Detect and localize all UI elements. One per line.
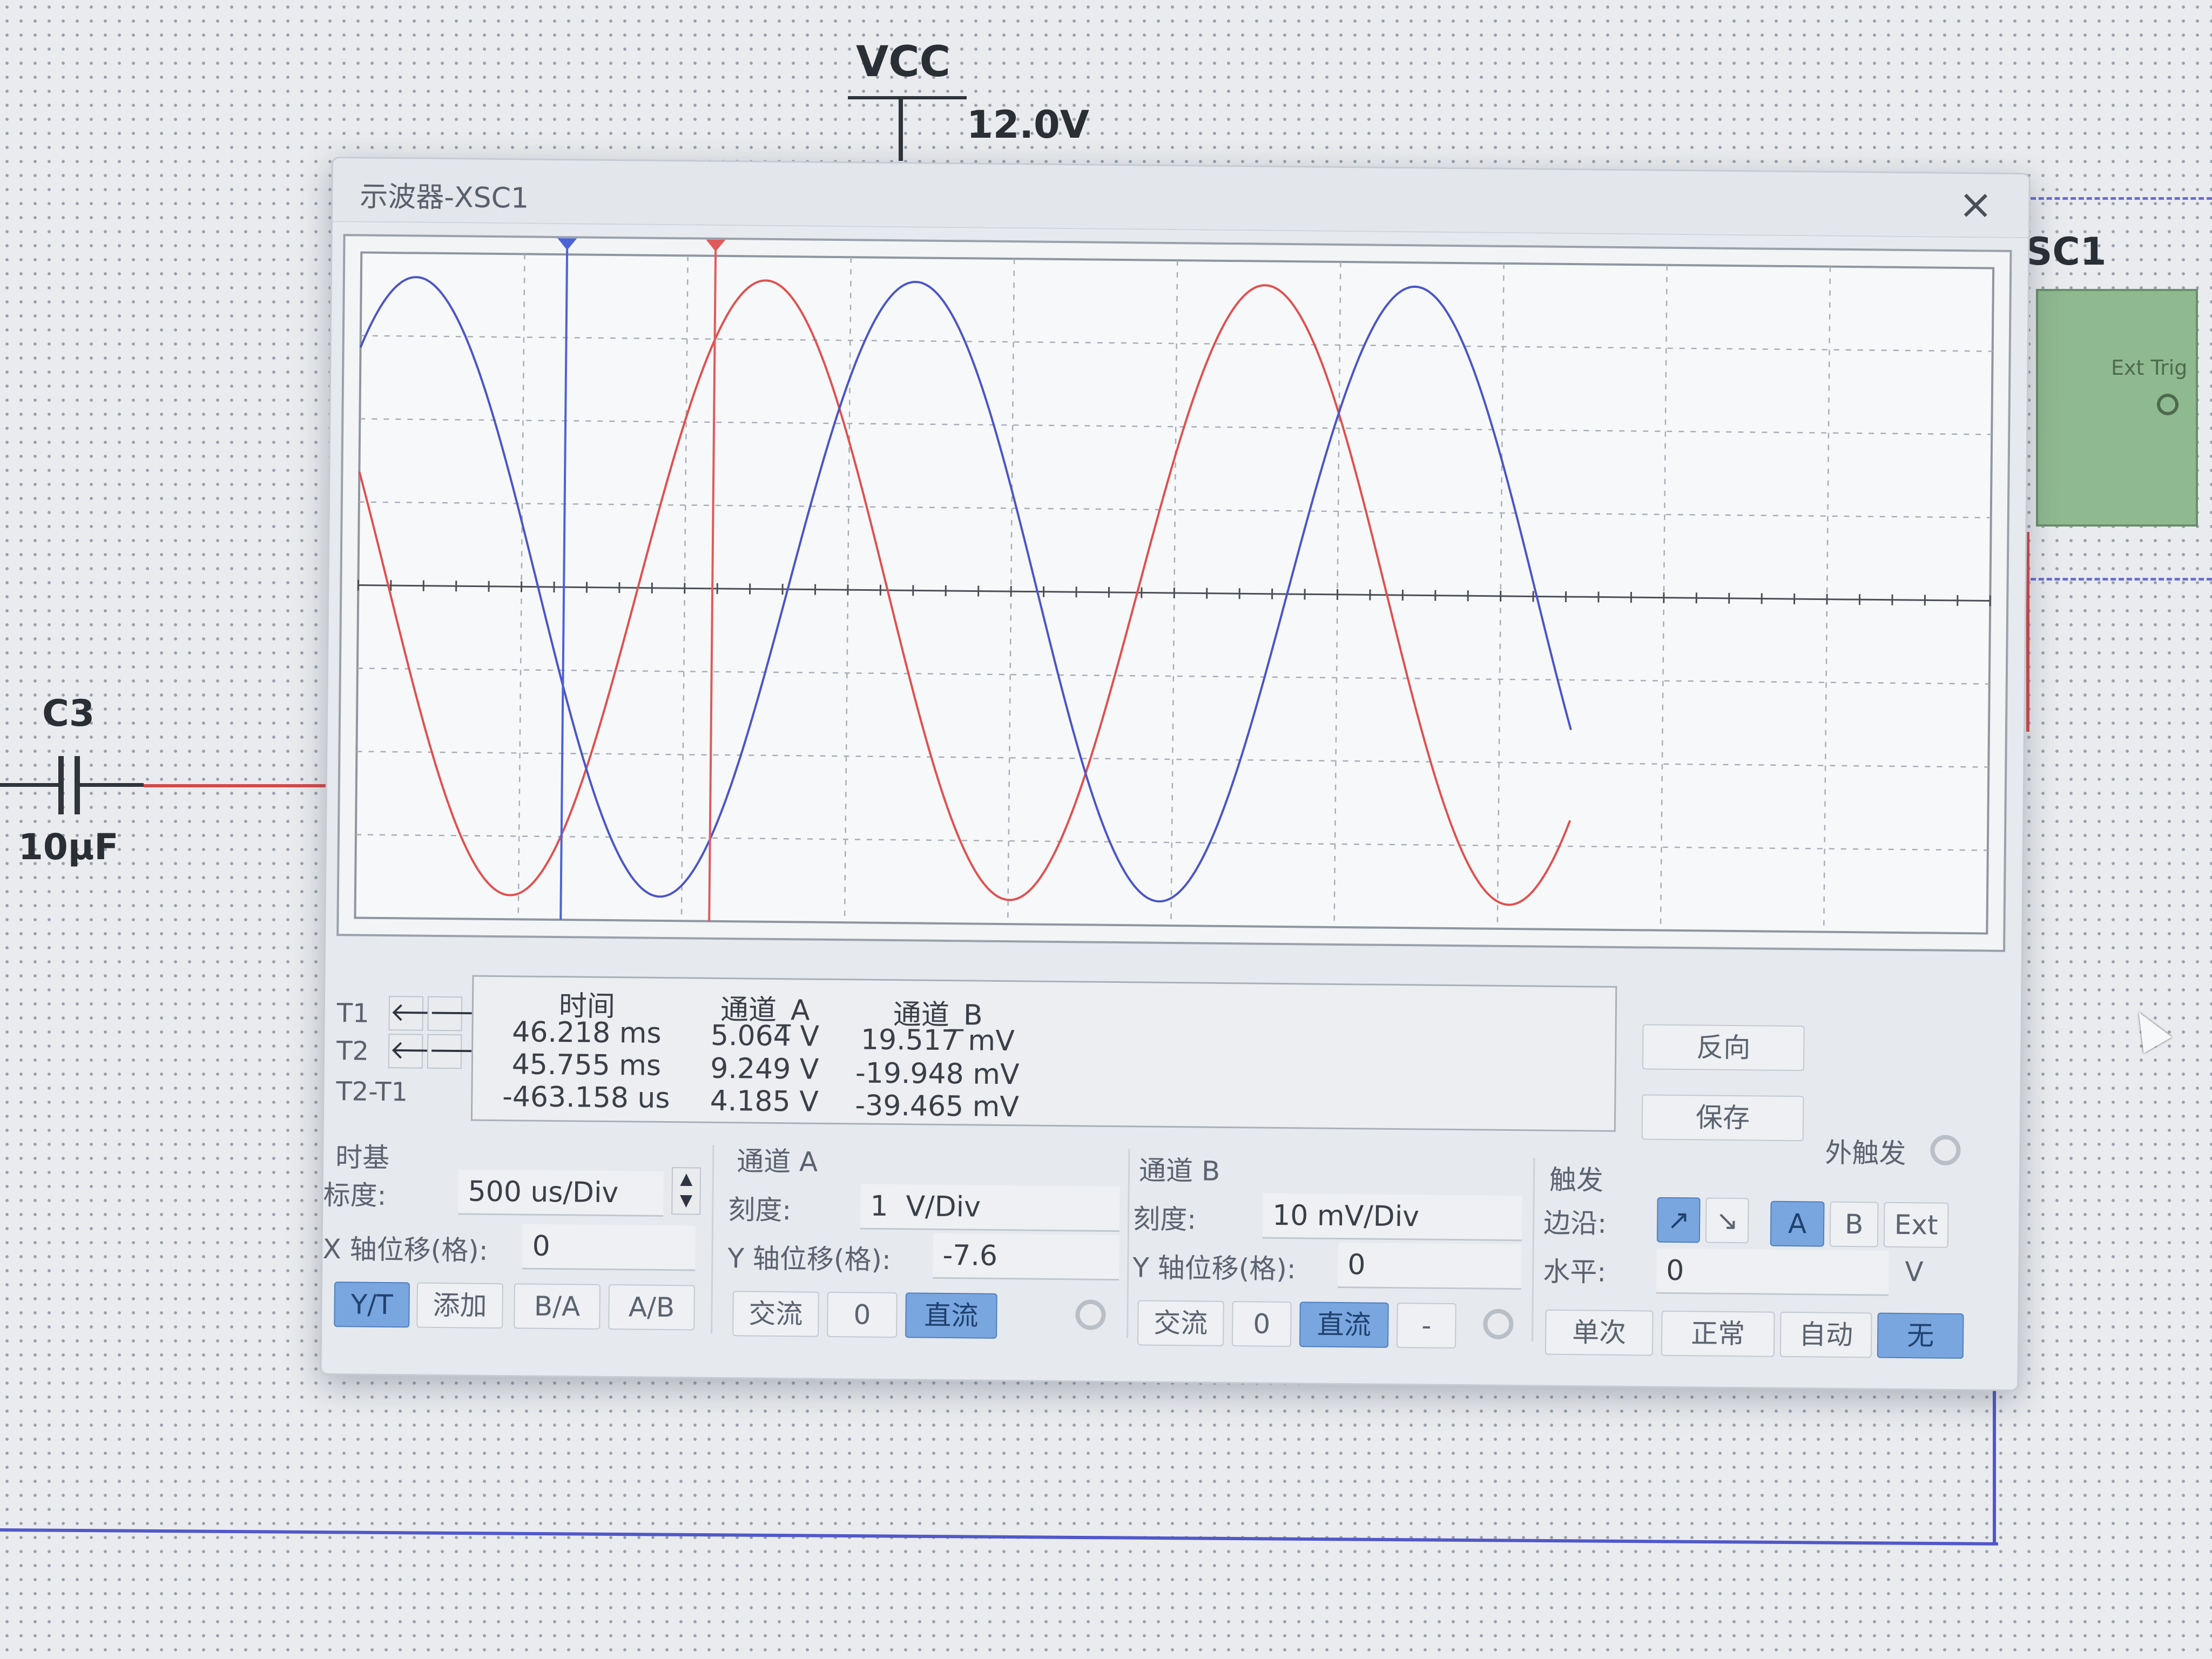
channel-a-title: 通道 A: [736, 1145, 818, 1178]
trigger-title: 触发: [1549, 1164, 1604, 1196]
trigger-source-a-button[interactable]: A: [1770, 1201, 1825, 1247]
ext-trigger-label: 外触发: [1825, 1137, 1906, 1170]
timebase-xpos-input[interactable]: [522, 1224, 696, 1271]
save-button[interactable]: 保存: [1641, 1094, 1804, 1142]
scope-waveform-area[interactable]: [339, 236, 2009, 950]
close-icon[interactable]: ×: [1953, 180, 1999, 228]
timebase-scale-label: 标度:: [323, 1179, 387, 1212]
channel-a-zero-button[interactable]: 0: [827, 1291, 898, 1338]
capacitor-wire-left: [0, 783, 59, 787]
channel-b-scale-input[interactable]: [1262, 1193, 1522, 1242]
instrument-label: SC1: [2025, 230, 2107, 274]
channel-a-ac-button[interactable]: 交流: [732, 1291, 819, 1337]
ext-trig-terminal[interactable]: [2157, 394, 2179, 415]
diff-time: -463.158 us: [502, 1081, 670, 1115]
channel-b-zero-button[interactable]: 0: [1231, 1301, 1292, 1347]
trigger-level-unit: V: [1905, 1256, 1924, 1288]
t1-channel-b: 19.517 mV: [860, 1023, 1015, 1058]
channel-b-scale-label: 刻度:: [1132, 1203, 1197, 1236]
channel-b-invert-button[interactable]: -: [1396, 1303, 1456, 1349]
scope-instrument-symbol[interactable]: Ext Trig: [2036, 289, 2198, 527]
channel-a-dc-button[interactable]: 直流: [905, 1292, 997, 1339]
timebase-scale-input[interactable]: [458, 1169, 664, 1217]
mouse-cursor-icon: [2125, 1004, 2172, 1054]
channel-b-title: 通道 B: [1138, 1155, 1220, 1187]
timebase-title: 时基: [335, 1142, 390, 1174]
cursor-diff-label: T2-T1: [336, 1076, 408, 1108]
cursor-t1-label: T1: [336, 998, 369, 1029]
window-title-bar[interactable]: 示波器-XSC1 ×: [332, 158, 2029, 239]
reverse-button[interactable]: 反向: [1642, 1024, 1805, 1071]
trigger-edge-label: 边沿:: [1543, 1207, 1607, 1239]
capacitor-plate-left: [58, 756, 64, 814]
oscilloscope-window: 示波器-XSC1 × T1 🡐 🡒 T2 🡐 🡒 T2-T1 时间 通道_A 通…: [320, 157, 2031, 1392]
divider-channel-a: [1127, 1149, 1130, 1338]
trigger-none-button[interactable]: 无: [1877, 1312, 1964, 1359]
channel-b-dc-button[interactable]: 直流: [1299, 1301, 1389, 1348]
mode-add-button[interactable]: 添加: [416, 1282, 503, 1329]
ext-trig-label: Ext Trig: [2111, 356, 2188, 380]
t1-left-arrow-icon[interactable]: 🡐: [388, 996, 460, 1031]
channel-b-ac-button[interactable]: 交流: [1137, 1300, 1224, 1346]
vcc-voltage-label: 12.0V: [967, 103, 1089, 147]
t1-right-arrow-icon[interactable]: 🡒: [427, 996, 498, 1031]
trigger-source-ext-button[interactable]: Ext: [1883, 1202, 1949, 1248]
scope-display[interactable]: [336, 234, 2012, 952]
trigger-auto-button[interactable]: 自动: [1779, 1311, 1872, 1358]
vcc-wire: [899, 96, 903, 161]
channel-a-scale-input[interactable]: [860, 1184, 1120, 1232]
channel-b-ypos-label: Y 轴位移(格):: [1132, 1252, 1296, 1285]
mode-ba-button[interactable]: B/A: [514, 1283, 601, 1330]
diff-channel-b: -39.465 mV: [855, 1089, 1020, 1124]
cursor-t1-handle-icon[interactable]: [557, 238, 577, 251]
divider-timebase: [711, 1144, 714, 1334]
mode-yt-button[interactable]: Y/T: [334, 1282, 410, 1328]
blue-dashed-wire-mid: [2031, 578, 2212, 581]
blue-wire-vertical: [1993, 1372, 1996, 1545]
diff-channel-a: 4.185 V: [710, 1084, 819, 1118]
t1-time: 46.218 ms: [512, 1016, 662, 1050]
mode-ab-button[interactable]: A/B: [608, 1284, 695, 1331]
trigger-level-input[interactable]: [1656, 1248, 1889, 1296]
ext-trigger-radio[interactable]: [1930, 1135, 1961, 1166]
channel-a-scale-label: 刻度:: [728, 1194, 792, 1226]
capacitor-value-label: 10μF: [18, 826, 119, 868]
t1-channel-a: 5.064 V: [710, 1019, 820, 1053]
channel-b-ypos-input[interactable]: [1337, 1242, 1522, 1290]
t2-channel-b: -19.948 mV: [855, 1057, 1020, 1091]
cursor-t2-label: T2: [336, 1036, 369, 1067]
timebase-xpos-label: X 轴位移(格):: [322, 1233, 488, 1266]
window-title: 示波器-XSC1: [359, 180, 529, 215]
channel-a-ypos-label: Y 轴位移(格):: [727, 1243, 892, 1276]
t2-time: 45.755 ms: [511, 1048, 662, 1082]
t2-left-arrow-icon[interactable]: 🡐: [388, 1034, 459, 1069]
rising-edge-icon[interactable]: ↗: [1656, 1197, 1701, 1243]
trigger-normal-button[interactable]: 正常: [1661, 1310, 1775, 1357]
divider-channel-b: [1532, 1158, 1535, 1342]
signal-wire-red: [144, 784, 338, 787]
capacitor-wire-right: [79, 783, 144, 787]
cursor-t2-handle-icon[interactable]: [706, 239, 726, 252]
trigger-single-button[interactable]: 单次: [1545, 1309, 1654, 1356]
blue-wire-bottom: [0, 1528, 1998, 1546]
trigger-level-label: 水平:: [1543, 1256, 1607, 1288]
channel-b-radio[interactable]: [1483, 1309, 1514, 1340]
vcc-label: VCC: [856, 38, 950, 86]
falling-edge-icon[interactable]: ↘: [1705, 1197, 1749, 1244]
trigger-source-b-button[interactable]: B: [1829, 1201, 1879, 1247]
timebase-stepper-icon[interactable]: ▲ ▼: [671, 1167, 702, 1215]
blue-dashed-wire-top: [2031, 197, 2212, 200]
cursor-readout-table: 时间 通道_A 通道_B 46.218 ms 5.064 V 19.517 mV…: [470, 975, 1617, 1132]
channel-a-ypos-input[interactable]: [933, 1233, 1120, 1281]
t2-right-arrow-icon[interactable]: 🡒: [427, 1034, 498, 1069]
t2-channel-a: 9.249 V: [710, 1052, 819, 1086]
capacitor-name-label: C3: [42, 692, 95, 735]
vcc-rail: [848, 96, 967, 99]
channel-a-radio[interactable]: [1075, 1299, 1106, 1330]
